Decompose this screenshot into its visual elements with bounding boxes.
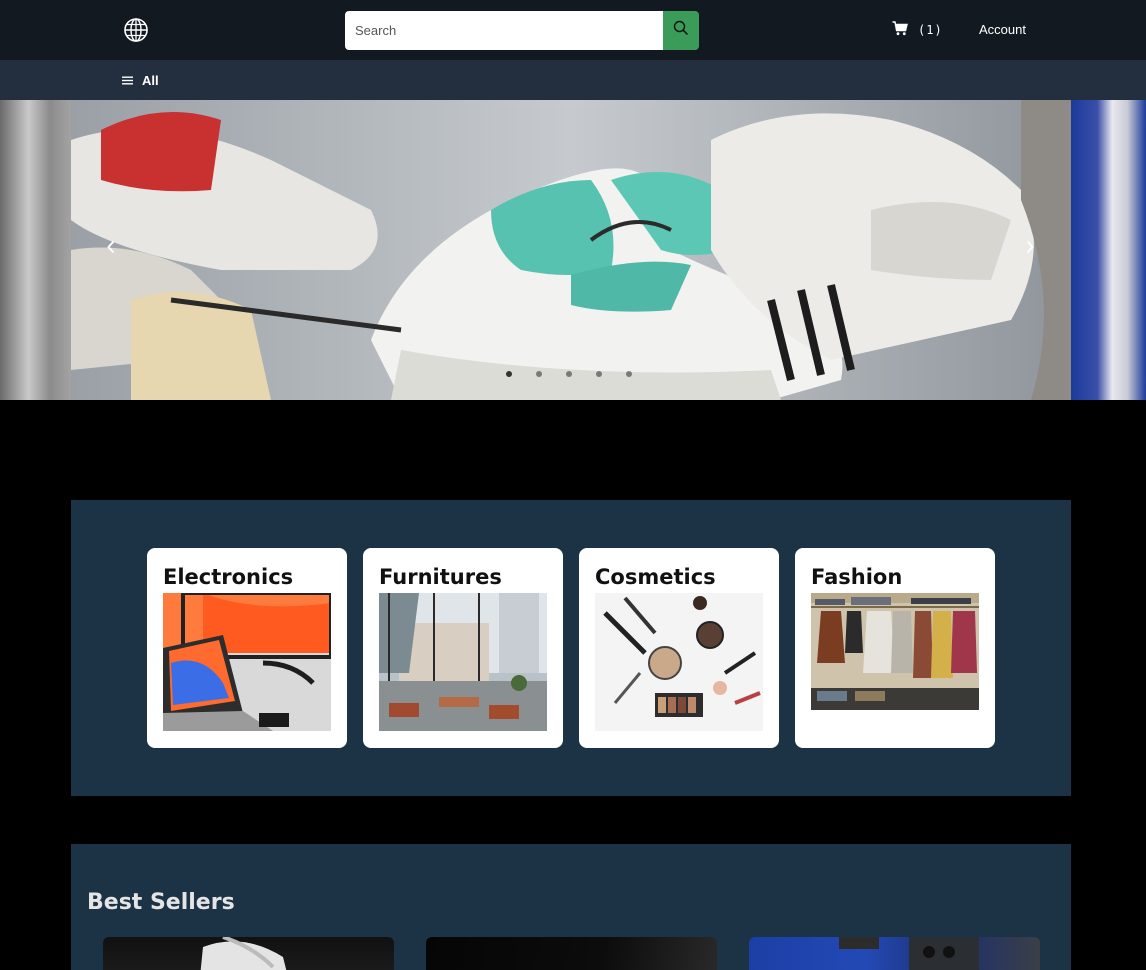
chevron-left-icon xyxy=(106,240,116,259)
category-card-cosmetics[interactable]: Cosmetics xyxy=(579,548,779,748)
categories-section: Electronics Furnitures Cosmetics Fashion xyxy=(71,500,1071,796)
next-slide-peek xyxy=(1071,100,1146,400)
search-input[interactable] xyxy=(345,11,663,50)
product-card[interactable] xyxy=(426,937,717,970)
hero-slide-image xyxy=(71,100,1071,400)
cart-button[interactable]: (1) xyxy=(892,20,943,40)
fashion-image xyxy=(811,593,979,710)
previous-slide-peek xyxy=(0,100,71,400)
chevron-right-icon xyxy=(1025,240,1035,259)
carousel-indicators xyxy=(506,371,632,377)
cart-icon xyxy=(892,21,908,39)
category-card-fashion[interactable]: Fashion xyxy=(795,548,995,748)
product-card[interactable] xyxy=(749,937,1040,970)
search-bar xyxy=(345,11,699,50)
carousel-dot[interactable] xyxy=(626,371,632,377)
category-title: Furnitures xyxy=(379,565,502,589)
hamburger-icon xyxy=(122,73,133,88)
hero-carousel xyxy=(0,100,1146,400)
carousel-prev-button[interactable] xyxy=(101,238,121,260)
category-title: Cosmetics xyxy=(595,565,716,589)
carousel-dot[interactable] xyxy=(506,371,512,377)
best-sellers-section: Best Sellers xyxy=(71,844,1071,970)
category-title: Fashion xyxy=(811,565,903,589)
category-card-furnitures[interactable]: Furnitures xyxy=(363,548,563,748)
globe-icon[interactable] xyxy=(122,16,150,44)
category-card-electronics[interactable]: Electronics xyxy=(147,548,347,748)
top-bar: (1) Account xyxy=(0,0,1146,60)
cart-count: (1) xyxy=(918,23,943,37)
cosmetics-image xyxy=(595,593,763,731)
carousel-dot[interactable] xyxy=(536,371,542,377)
furnitures-image xyxy=(379,593,547,731)
best-sellers-title: Best Sellers xyxy=(87,890,235,915)
search-button[interactable] xyxy=(663,11,699,50)
search-icon xyxy=(673,20,689,41)
carousel-dot[interactable] xyxy=(596,371,602,377)
nav-bar: All xyxy=(0,60,1146,100)
carousel-next-button[interactable] xyxy=(1020,238,1040,260)
electronics-image xyxy=(163,593,331,731)
product-card[interactable] xyxy=(103,937,394,970)
all-menu-label: All xyxy=(142,73,159,88)
carousel-dot[interactable] xyxy=(566,371,572,377)
account-link[interactable]: Account xyxy=(979,22,1026,37)
category-title: Electronics xyxy=(163,565,294,589)
all-menu-button[interactable]: All xyxy=(122,73,159,88)
